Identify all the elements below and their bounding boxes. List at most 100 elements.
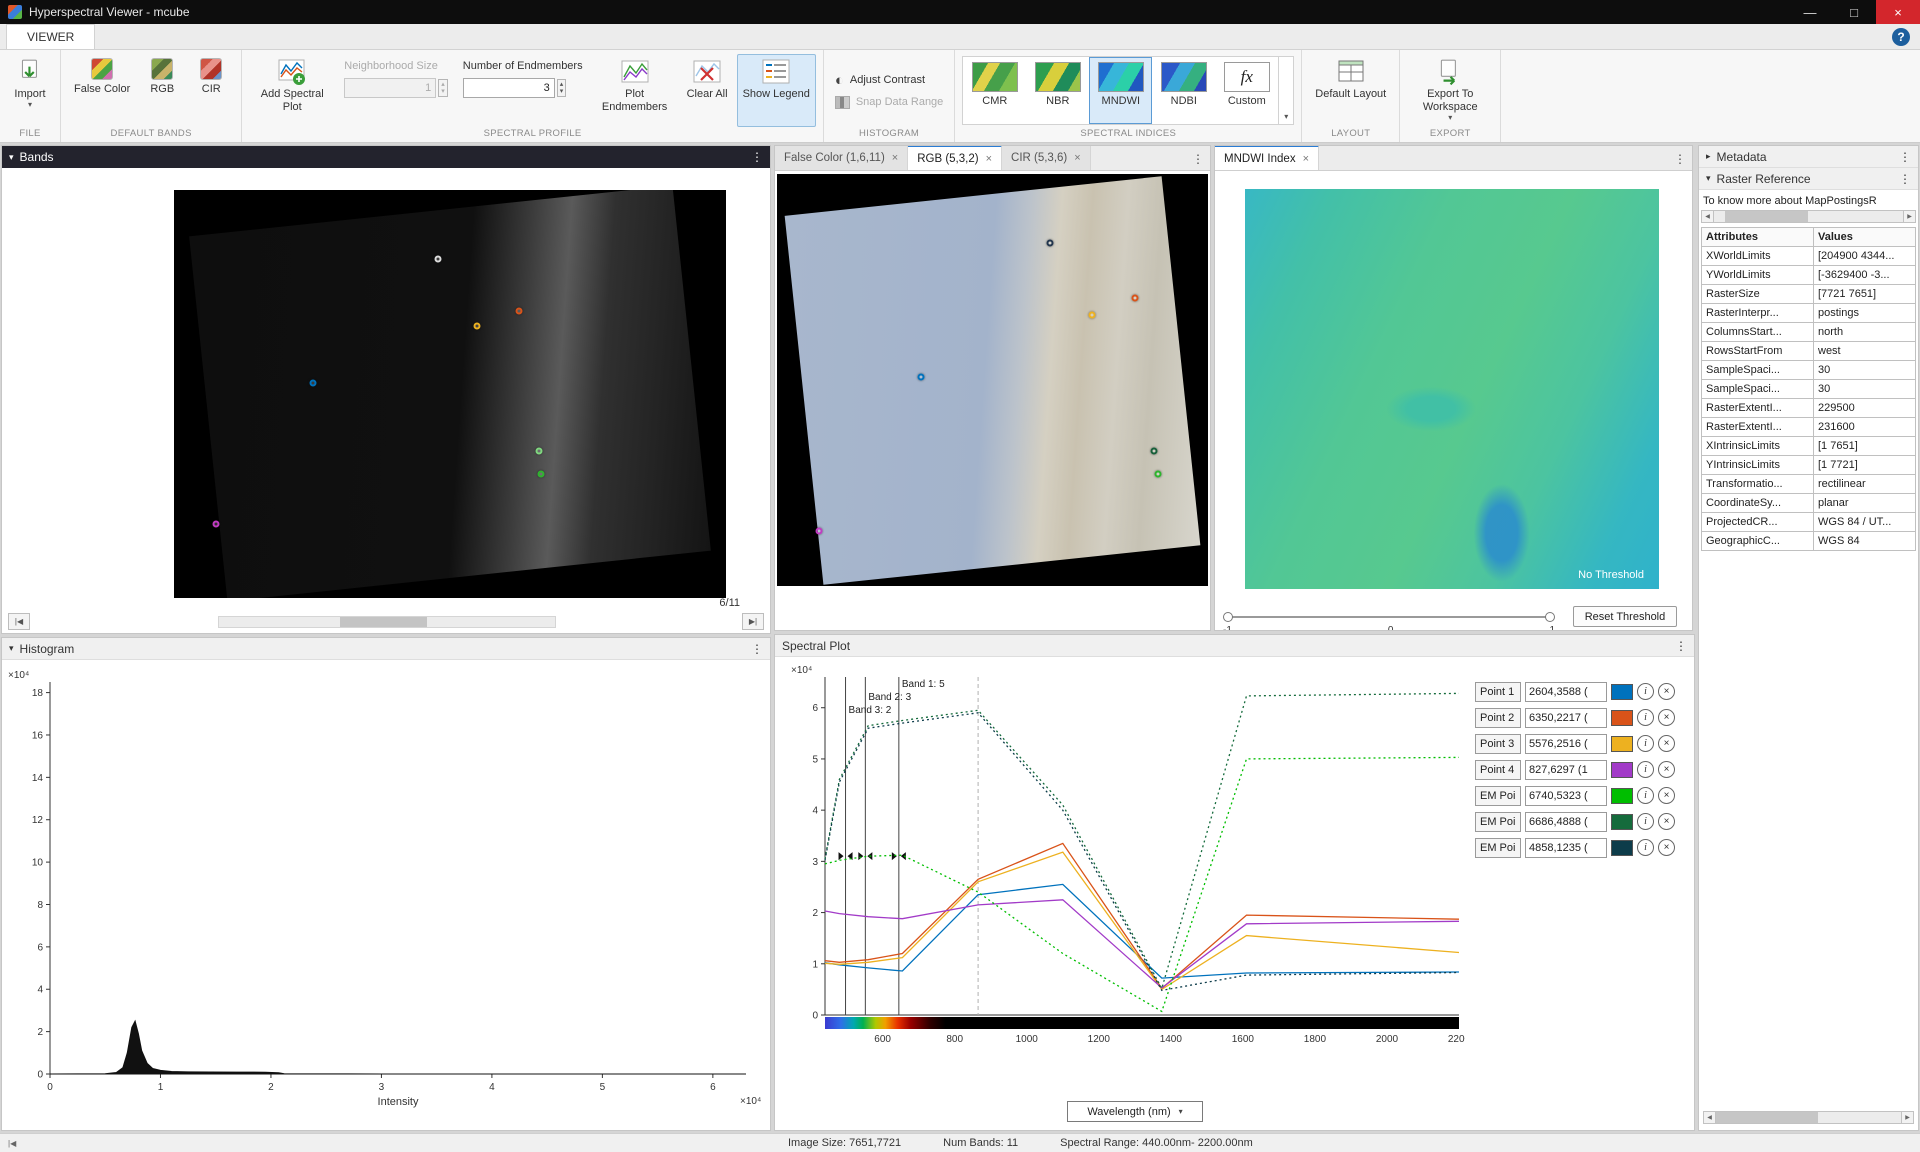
gallery-dropdown-button[interactable]: ▾: [1278, 57, 1293, 124]
panel-menu-icon[interactable]: ⋮: [751, 642, 763, 656]
close-icon[interactable]: ×: [892, 152, 898, 164]
histogram-panel-header[interactable]: ▾ Histogram ⋮: [2, 638, 770, 660]
panel-menu-icon[interactable]: ⋮: [1899, 150, 1911, 164]
point-marker-5[interactable]: [1150, 447, 1157, 454]
legend-point-label[interactable]: Point 1: [1475, 682, 1521, 702]
panel-menu-icon[interactable]: ⋮: [751, 150, 763, 164]
plot-endmembers-button[interactable]: Plot Endmembers: [592, 54, 678, 127]
false-color-button[interactable]: False Color: [68, 54, 136, 127]
table-row[interactable]: Transformatio...rectilinear: [1702, 475, 1916, 494]
band-scrollbar[interactable]: [218, 616, 556, 628]
close-icon[interactable]: ×: [1658, 787, 1675, 804]
expand-icon[interactable]: ▸: [1706, 151, 1711, 162]
table-row[interactable]: ColumnsStart...north: [1702, 323, 1916, 342]
point-marker-5[interactable]: [535, 448, 542, 455]
tab-mndwi-index[interactable]: MNDWI Index ×: [1215, 145, 1319, 170]
rgb-button[interactable]: RGB: [139, 54, 185, 127]
point-marker-2[interactable]: [516, 308, 523, 315]
tab-rgb[interactable]: RGB (5,3,2) ×: [908, 145, 1002, 170]
help-button[interactable]: ?: [1892, 28, 1910, 46]
point-marker-3[interactable]: [474, 323, 481, 330]
band-scrollbar-thumb[interactable]: [340, 617, 427, 627]
table-row[interactable]: RasterExtentI...229500: [1702, 399, 1916, 418]
index-tile-custom[interactable]: fx Custom: [1215, 57, 1278, 124]
export-to-workspace-button[interactable]: Export To Workspace ▾: [1407, 54, 1493, 127]
num-endmembers-spinner[interactable]: ▴▾: [557, 79, 567, 97]
histogram-chart[interactable]: 0246810121416180123456×10⁴×10⁴Intensity: [4, 664, 766, 1126]
info-icon[interactable]: i: [1637, 813, 1654, 830]
index-tile-ndbi[interactable]: NDBI: [1152, 57, 1215, 124]
table-row[interactable]: ProjectedCR...WGS 84 / UT...: [1702, 513, 1916, 532]
point-marker-7[interactable]: [212, 520, 219, 527]
table-row[interactable]: CoordinateSy...planar: [1702, 494, 1916, 513]
legend-color-swatch[interactable]: [1611, 684, 1633, 700]
scrollbar-track[interactable]: [1714, 210, 1903, 223]
num-endmembers-input[interactable]: 3: [463, 78, 555, 98]
legend-color-swatch[interactable]: [1611, 788, 1633, 804]
metadata-header[interactable]: ▸ Metadata ⋮: [1699, 146, 1918, 168]
point-marker-3[interactable]: [1089, 312, 1096, 319]
panel-menu-icon[interactable]: ⋮: [1899, 172, 1911, 186]
close-icon[interactable]: ×: [1658, 709, 1675, 726]
x-axis-unit-dropdown[interactable]: Wavelength (nm) ▾: [1067, 1101, 1203, 1122]
minimize-button[interactable]: —: [1788, 0, 1832, 24]
table-row[interactable]: SampleSpaci...30: [1702, 361, 1916, 380]
point-marker-4[interactable]: [917, 374, 924, 381]
legend-color-swatch[interactable]: [1611, 840, 1633, 856]
threshold-slider[interactable]: [1223, 611, 1555, 623]
close-icon[interactable]: ×: [1658, 761, 1675, 778]
rgb-image-canvas[interactable]: [777, 174, 1208, 586]
add-spectral-plot-button[interactable]: Add Spectral Plot: [249, 54, 335, 127]
scroll-left-icon[interactable]: ◀: [1703, 1111, 1716, 1124]
reset-threshold-button[interactable]: Reset Threshold: [1573, 606, 1677, 627]
close-icon[interactable]: ×: [1658, 839, 1675, 856]
index-tile-cmr[interactable]: CMR: [963, 57, 1026, 124]
point-marker-7[interactable]: [815, 527, 822, 534]
bands-image-canvas[interactable]: [174, 190, 726, 598]
scrollbar-thumb[interactable]: [1716, 1112, 1818, 1123]
metadata-bottom-scrollbar[interactable]: ◀ ▶: [1703, 1111, 1914, 1124]
panel-menu-icon[interactable]: ⋮: [1192, 152, 1204, 166]
tab-viewer[interactable]: VIEWER: [6, 24, 95, 49]
point-marker-4[interactable]: [310, 379, 317, 386]
table-row[interactable]: RasterExtentI...231600: [1702, 418, 1916, 437]
close-button[interactable]: ×: [1876, 0, 1920, 24]
close-icon[interactable]: ×: [1658, 735, 1675, 752]
legend-color-swatch[interactable]: [1611, 762, 1633, 778]
table-row[interactable]: SampleSpaci...30: [1702, 380, 1916, 399]
point-marker-6[interactable]: [538, 471, 545, 478]
collapse-icon[interactable]: ▾: [9, 643, 14, 654]
default-layout-button[interactable]: Default Layout: [1309, 54, 1392, 127]
table-row[interactable]: GeographicC...WGS 84: [1702, 532, 1916, 551]
threshold-knob-right[interactable]: [1545, 612, 1555, 622]
legend-color-swatch[interactable]: [1611, 814, 1633, 830]
scroll-right-icon[interactable]: ▶: [1903, 210, 1916, 223]
tab-cir[interactable]: CIR (5,3,6) ×: [1002, 146, 1091, 170]
collapse-icon[interactable]: ▾: [9, 152, 14, 163]
adjust-contrast-button[interactable]: ◐ Adjust Contrast: [835, 73, 943, 88]
spectral-plot-chart[interactable]: 0123456600800100012001400160018002000220…: [785, 661, 1465, 1073]
bands-panel-header[interactable]: ▾ Bands ⋮: [2, 146, 770, 168]
collapse-icon[interactable]: ▾: [1706, 173, 1711, 184]
info-icon[interactable]: i: [1637, 709, 1654, 726]
threshold-knob-left[interactable]: [1223, 612, 1233, 622]
info-icon[interactable]: i: [1637, 761, 1654, 778]
first-icon[interactable]: |◀: [8, 1139, 16, 1148]
mndwi-index-image[interactable]: [1245, 189, 1659, 589]
info-icon[interactable]: i: [1637, 735, 1654, 752]
legend-point-label[interactable]: Point 2: [1475, 708, 1521, 728]
close-icon[interactable]: ×: [1658, 813, 1675, 830]
panel-menu-icon[interactable]: ⋮: [1675, 639, 1687, 653]
legend-point-label[interactable]: EM Poi: [1475, 838, 1521, 858]
scrollbar-track[interactable]: [1716, 1111, 1901, 1124]
table-row[interactable]: RasterInterpr...postings: [1702, 304, 1916, 323]
point-marker-2[interactable]: [1132, 295, 1139, 302]
tab-false-color[interactable]: False Color (1,6,11) ×: [775, 146, 908, 170]
raster-reference-header[interactable]: ▾ Raster Reference ⋮: [1699, 168, 1918, 190]
clear-all-button[interactable]: Clear All: [681, 54, 734, 127]
panel-menu-icon[interactable]: ⋮: [1674, 152, 1686, 166]
table-row[interactable]: XIntrinsicLimits[1 7651]: [1702, 437, 1916, 456]
legend-point-label[interactable]: EM Poi: [1475, 786, 1521, 806]
legend-point-label[interactable]: Point 4: [1475, 760, 1521, 780]
scroll-right-icon[interactable]: ▶: [1901, 1111, 1914, 1124]
